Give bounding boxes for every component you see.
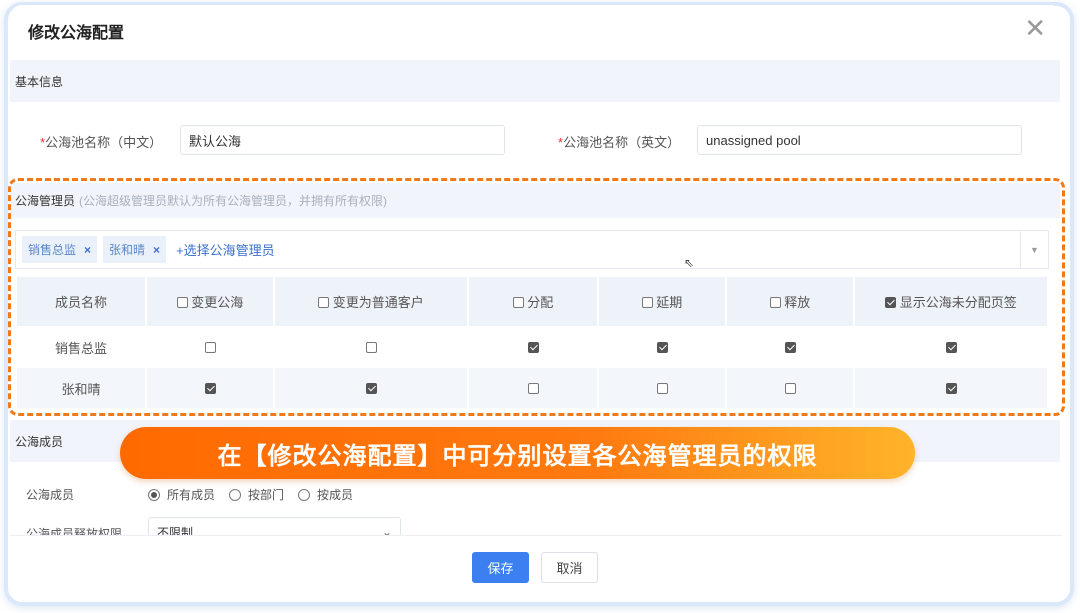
radio-button[interactable] [148, 489, 160, 501]
name-cn-label: *公海池名称（中文） [40, 132, 162, 151]
column-header-name: 成员名称 [17, 277, 145, 326]
column-header[interactable]: 分配 [469, 277, 597, 326]
header-checkbox[interactable] [885, 297, 896, 308]
tag-label: 销售总监 [28, 241, 76, 258]
members-radio-group: 所有成员 按部门 按成员 [148, 486, 353, 503]
mouse-cursor-icon: ⇖ [684, 256, 694, 270]
name-en-input[interactable]: unassigned pool [697, 125, 1022, 155]
section-title: 公海成员 [15, 433, 63, 450]
name-en-label: *公海池名称（英文） [558, 132, 680, 151]
permission-cell [727, 326, 853, 368]
radio-by-member[interactable]: 按成员 [298, 486, 353, 503]
permission-checkbox[interactable] [785, 342, 796, 353]
permission-cell [469, 326, 597, 368]
permission-cell [727, 368, 853, 408]
permission-checkbox[interactable] [946, 342, 957, 353]
name-cn-input[interactable]: 默认公海 [180, 125, 505, 155]
table-row: 张和晴 [17, 368, 1047, 408]
radio-label: 按成员 [317, 486, 353, 503]
member-name: 销售总监 [17, 326, 145, 368]
permission-checkbox[interactable] [366, 383, 377, 394]
header-checkbox[interactable] [770, 297, 781, 308]
label-text: 公海池名称（中文） [45, 135, 162, 150]
column-header[interactable]: 变更为普通客户 [275, 277, 467, 326]
permission-checkbox[interactable] [785, 383, 796, 394]
permission-checkbox[interactable] [528, 342, 539, 353]
permission-checkbox[interactable] [366, 342, 377, 353]
permission-cell [855, 368, 1047, 408]
permission-cell [599, 368, 725, 408]
column-header[interactable]: 变更公海 [147, 277, 273, 326]
permission-cell [147, 326, 273, 368]
radio-by-department[interactable]: 按部门 [229, 486, 284, 503]
section-title: 基本信息 [15, 73, 63, 90]
permission-cell [469, 368, 597, 408]
header-checkbox[interactable] [177, 297, 188, 308]
header-checkbox[interactable] [642, 297, 653, 308]
edit-pool-dialog: 修改公海配置 ✕ 基本信息 *公海池名称（中文） 默认公海 *公海池名称（英文）… [10, 5, 1062, 593]
column-header[interactable]: 释放 [727, 277, 853, 326]
dialog-footer: 保存 取消 [10, 535, 1062, 593]
members-label: 公海成员 [26, 486, 74, 503]
permission-checkbox[interactable] [205, 383, 216, 394]
radio-button[interactable] [298, 489, 310, 501]
admin-tag: 张和晴 × [103, 236, 166, 263]
column-label: 延期 [656, 295, 682, 310]
permission-cell [147, 368, 273, 408]
label-text: 公海池名称（英文） [563, 135, 680, 150]
permission-cell [275, 368, 467, 408]
permission-cell [275, 326, 467, 368]
radio-label: 按部门 [248, 486, 284, 503]
cancel-button[interactable]: 取消 [541, 552, 598, 583]
permission-cell [599, 326, 725, 368]
admin-tag: 销售总监 × [22, 236, 97, 263]
add-admin-link[interactable]: +选择公海管理员 [176, 240, 275, 259]
save-button[interactable]: 保存 [472, 552, 529, 583]
admin-permissions-table: 成员名称 变更公海 变更为普通客户 分配 延期 释放 显示公海未分配页签 销售总… [15, 277, 1049, 408]
section-title: 公海管理员 [15, 192, 75, 209]
column-label: 变更公海 [191, 295, 243, 310]
permission-checkbox[interactable] [657, 383, 668, 394]
column-label: 分配 [527, 295, 553, 310]
radio-all-members[interactable]: 所有成员 [148, 486, 215, 503]
permission-checkbox[interactable] [205, 342, 216, 353]
dropdown-caret-icon[interactable]: ▼ [1020, 231, 1048, 268]
remove-tag-icon[interactable]: × [84, 243, 91, 257]
section-hint: (公海超级管理员默认为所有公海管理员，并拥有所有权限) [79, 192, 387, 209]
permission-checkbox[interactable] [946, 383, 957, 394]
permission-checkbox[interactable] [528, 383, 539, 394]
dialog-title: 修改公海配置 [28, 19, 124, 43]
radio-label: 所有成员 [167, 486, 215, 503]
admin-select[interactable]: 销售总监 × 张和晴 × +选择公海管理员 ▼ [15, 230, 1049, 269]
table-row: 销售总监 [17, 326, 1047, 368]
permission-checkbox[interactable] [657, 342, 668, 353]
section-admins: 公海管理员(公海超级管理员默认为所有公海管理员，并拥有所有权限) [10, 183, 1060, 218]
column-label: 释放 [784, 295, 810, 310]
radio-button[interactable] [229, 489, 241, 501]
column-label: 显示公海未分配页签 [900, 295, 1017, 310]
annotation-banner: 在【修改公海配置】中可分别设置各公海管理员的权限 [120, 427, 915, 479]
permission-cell [855, 326, 1047, 368]
column-label: 变更为普通客户 [333, 295, 424, 310]
column-header[interactable]: 延期 [599, 277, 725, 326]
header-checkbox[interactable] [318, 297, 329, 308]
column-header[interactable]: 显示公海未分配页签 [855, 277, 1047, 326]
member-name: 张和晴 [17, 368, 145, 408]
close-icon[interactable]: ✕ [1024, 15, 1046, 41]
tag-label: 张和晴 [109, 241, 145, 258]
section-basic-info: 基本信息 [10, 60, 1060, 102]
header-checkbox[interactable] [513, 297, 524, 308]
remove-tag-icon[interactable]: × [153, 243, 160, 257]
